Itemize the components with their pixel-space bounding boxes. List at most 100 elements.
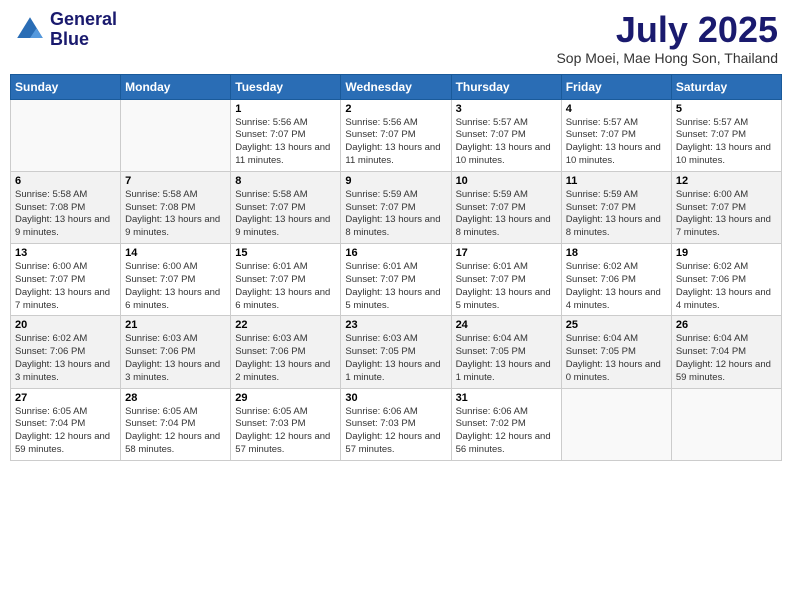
calendar-cell: 10 Sunrise: 5:59 AM Sunset: 7:07 PM Dayli…	[451, 171, 561, 243]
calendar-week-row: 20Sunrise: 6:02 AM Sunset: 7:06 PM Dayli…	[11, 316, 782, 388]
weekday-header-friday: Friday	[561, 74, 671, 99]
day-number: 23	[345, 319, 446, 331]
day-number: 30	[345, 392, 446, 404]
day-number: 15	[235, 247, 336, 259]
day-info: Sunrise: 6:02 AM Sunset: 7:06 PM Dayligh…	[676, 261, 777, 312]
calendar-cell: 28 Sunrise: 6:05 AM Sunset: 7:04 PM Dayli…	[121, 388, 231, 460]
day-info: Sunrise: 6:03 AM Sunset: 7:05 PM Dayligh…	[345, 333, 446, 384]
day-number: 22	[235, 319, 336, 331]
day-number: 20	[15, 319, 116, 331]
day-info: Sunrise: 6:05 AM Sunset: 7:04 PM Dayligh…	[125, 406, 226, 457]
weekday-header-thursday: Thursday	[451, 74, 561, 99]
calendar-cell: 22 Sunrise: 6:03 AM Sunset: 7:06 PM Dayli…	[231, 316, 341, 388]
day-info: Sunrise: 6:05 AM Sunset: 7:03 PM Dayligh…	[235, 406, 336, 457]
month-title: July 2025	[556, 10, 778, 50]
day-number: 7	[125, 175, 226, 187]
day-info: Sunrise: 6:04 AM Sunset: 7:04 PM Dayligh…	[676, 333, 777, 384]
calendar-cell: 14 Sunrise: 6:00 AM Sunset: 7:07 PM Dayli…	[121, 244, 231, 316]
day-number: 12	[676, 175, 777, 187]
logo-icon	[14, 14, 46, 46]
weekday-header-row: SundayMondayTuesdayWednesdayThursdayFrid…	[11, 74, 782, 99]
calendar-cell: 4 Sunrise: 5:57 AM Sunset: 7:07 PM Daylig…	[561, 99, 671, 171]
logo-text: General Blue	[50, 10, 117, 50]
calendar-cell: 7 Sunrise: 5:58 AM Sunset: 7:08 PM Daylig…	[121, 171, 231, 243]
calendar-cell: 1 Sunrise: 5:56 AM Sunset: 7:07 PM Daylig…	[231, 99, 341, 171]
day-info: Sunrise: 6:05 AM Sunset: 7:04 PM Dayligh…	[15, 406, 116, 457]
day-info: Sunrise: 6:00 AM Sunset: 7:07 PM Dayligh…	[125, 261, 226, 312]
day-info: Sunrise: 6:03 AM Sunset: 7:06 PM Dayligh…	[235, 333, 336, 384]
location-subtitle: Sop Moei, Mae Hong Son, Thailand	[556, 50, 778, 66]
calendar-week-row: 1 Sunrise: 5:56 AM Sunset: 7:07 PM Daylig…	[11, 99, 782, 171]
day-number: 29	[235, 392, 336, 404]
day-number: 6	[15, 175, 116, 187]
day-number: 2	[345, 103, 446, 115]
day-info: Sunrise: 6:01 AM Sunset: 7:07 PM Dayligh…	[235, 261, 336, 312]
day-number: 8	[235, 175, 336, 187]
calendar-cell: 5Sunrise: 5:57 AM Sunset: 7:07 PM Daylig…	[671, 99, 781, 171]
calendar-cell: 26 Sunrise: 6:04 AM Sunset: 7:04 PM Dayli…	[671, 316, 781, 388]
calendar-cell: 17Sunrise: 6:01 AM Sunset: 7:07 PM Dayli…	[451, 244, 561, 316]
day-number: 1	[235, 103, 336, 115]
day-number: 3	[456, 103, 557, 115]
day-number: 21	[125, 319, 226, 331]
calendar-cell: 19 Sunrise: 6:02 AM Sunset: 7:06 PM Dayli…	[671, 244, 781, 316]
calendar-cell	[121, 99, 231, 171]
calendar-cell	[671, 388, 781, 460]
calendar-cell	[11, 99, 121, 171]
day-number: 27	[15, 392, 116, 404]
weekday-header-saturday: Saturday	[671, 74, 781, 99]
day-info: Sunrise: 5:59 AM Sunset: 7:07 PM Dayligh…	[566, 189, 667, 240]
day-number: 9	[345, 175, 446, 187]
calendar-cell: 16 Sunrise: 6:01 AM Sunset: 7:07 PM Dayli…	[341, 244, 451, 316]
day-number: 31	[456, 392, 557, 404]
weekday-header-tuesday: Tuesday	[231, 74, 341, 99]
day-info: Sunrise: 6:06 AM Sunset: 7:03 PM Dayligh…	[345, 406, 446, 457]
calendar-table: SundayMondayTuesdayWednesdayThursdayFrid…	[10, 74, 782, 461]
calendar-week-row: 13 Sunrise: 6:00 AM Sunset: 7:07 PM Dayli…	[11, 244, 782, 316]
day-number: 19	[676, 247, 777, 259]
title-block: July 2025 Sop Moei, Mae Hong Son, Thaila…	[556, 10, 778, 66]
day-info: Sunrise: 5:56 AM Sunset: 7:07 PM Dayligh…	[235, 117, 336, 168]
day-number: 28	[125, 392, 226, 404]
day-info: Sunrise: 5:56 AM Sunset: 7:07 PM Dayligh…	[345, 117, 446, 168]
day-info: Sunrise: 6:04 AM Sunset: 7:05 PM Dayligh…	[456, 333, 557, 384]
calendar-cell: 31 Sunrise: 6:06 AM Sunset: 7:02 PM Dayli…	[451, 388, 561, 460]
day-number: 25	[566, 319, 667, 331]
page-header: General Blue July 2025 Sop Moei, Mae Hon…	[10, 10, 782, 66]
day-info: Sunrise: 6:04 AM Sunset: 7:05 PM Dayligh…	[566, 333, 667, 384]
day-number: 14	[125, 247, 226, 259]
calendar-cell: 18 Sunrise: 6:02 AM Sunset: 7:06 PM Dayli…	[561, 244, 671, 316]
calendar-cell: 30 Sunrise: 6:06 AM Sunset: 7:03 PM Dayli…	[341, 388, 451, 460]
calendar-cell: 21 Sunrise: 6:03 AM Sunset: 7:06 PM Dayli…	[121, 316, 231, 388]
day-info: Sunrise: 6:01 AM Sunset: 7:07 PM Dayligh…	[345, 261, 446, 312]
day-info: Sunrise: 5:57 AM Sunset: 7:07 PM Dayligh…	[566, 117, 667, 168]
weekday-header-monday: Monday	[121, 74, 231, 99]
day-number: 24	[456, 319, 557, 331]
day-number: 18	[566, 247, 667, 259]
day-info: Sunrise: 5:58 AM Sunset: 7:07 PM Dayligh…	[235, 189, 336, 240]
day-info: Sunrise: 6:02 AM Sunset: 7:06 PM Dayligh…	[566, 261, 667, 312]
day-number: 17	[456, 247, 557, 259]
calendar-cell: 9Sunrise: 5:59 AM Sunset: 7:07 PM Daylig…	[341, 171, 451, 243]
day-info: Sunrise: 6:03 AM Sunset: 7:06 PM Dayligh…	[125, 333, 226, 384]
day-number: 10	[456, 175, 557, 187]
day-info: Sunrise: 5:58 AM Sunset: 7:08 PM Dayligh…	[125, 189, 226, 240]
logo: General Blue	[14, 10, 117, 50]
day-number: 16	[345, 247, 446, 259]
day-number: 4	[566, 103, 667, 115]
calendar-cell: 20Sunrise: 6:02 AM Sunset: 7:06 PM Dayli…	[11, 316, 121, 388]
day-info: Sunrise: 6:00 AM Sunset: 7:07 PM Dayligh…	[15, 261, 116, 312]
calendar-cell: 2 Sunrise: 5:56 AM Sunset: 7:07 PM Daylig…	[341, 99, 451, 171]
day-number: 5	[676, 103, 777, 115]
weekday-header-sunday: Sunday	[11, 74, 121, 99]
calendar-cell: 15 Sunrise: 6:01 AM Sunset: 7:07 PM Dayli…	[231, 244, 341, 316]
calendar-cell: 27 Sunrise: 6:05 AM Sunset: 7:04 PM Dayli…	[11, 388, 121, 460]
day-info: Sunrise: 5:58 AM Sunset: 7:08 PM Dayligh…	[15, 189, 116, 240]
calendar-cell: 8 Sunrise: 5:58 AM Sunset: 7:07 PM Daylig…	[231, 171, 341, 243]
day-info: Sunrise: 6:06 AM Sunset: 7:02 PM Dayligh…	[456, 406, 557, 457]
day-info: Sunrise: 6:00 AM Sunset: 7:07 PM Dayligh…	[676, 189, 777, 240]
day-number: 26	[676, 319, 777, 331]
day-number: 13	[15, 247, 116, 259]
weekday-header-wednesday: Wednesday	[341, 74, 451, 99]
day-info: Sunrise: 5:59 AM Sunset: 7:07 PM Dayligh…	[456, 189, 557, 240]
